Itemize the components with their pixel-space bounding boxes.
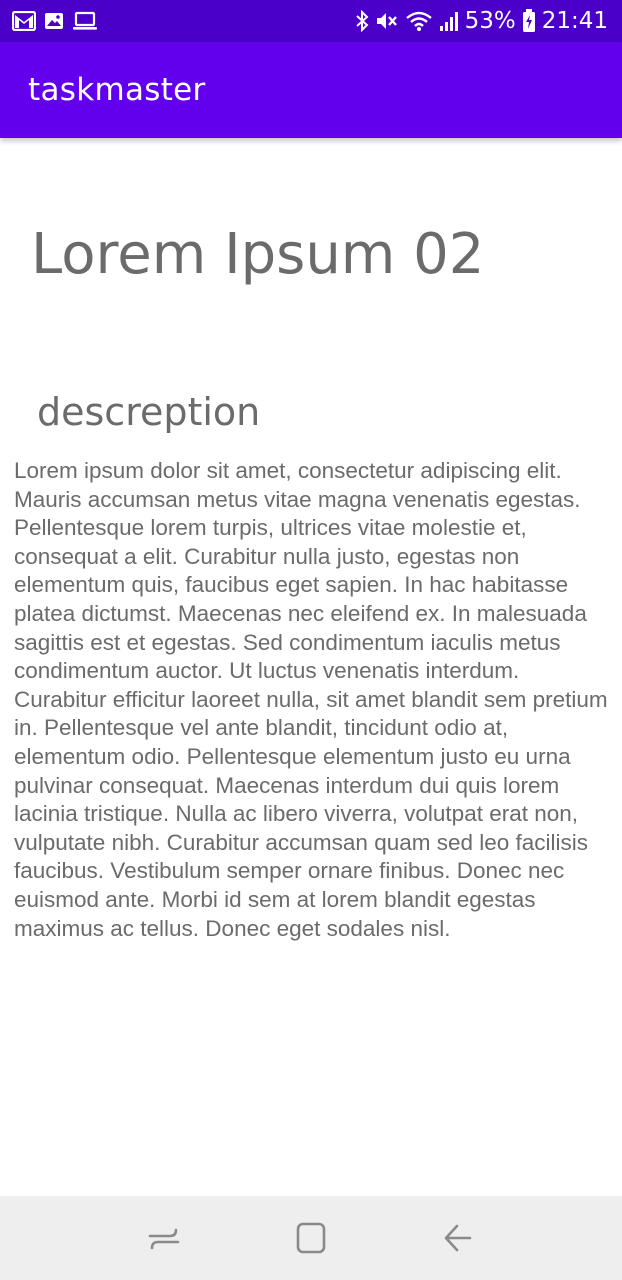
status-bar-left xyxy=(12,11,98,31)
status-bar: 53% 21:41 xyxy=(0,0,622,42)
status-time: 21:41 xyxy=(541,8,608,34)
gallery-icon xyxy=(44,11,64,31)
gmail-icon xyxy=(12,11,36,31)
task-description: Lorem ipsum dolor sit amet, consectetur … xyxy=(14,458,608,941)
description-heading: descreption xyxy=(37,390,261,434)
bluetooth-icon xyxy=(355,10,369,32)
app-bar: taskmaster xyxy=(0,42,622,138)
task-title: Lorem Ipsum 02 xyxy=(31,222,485,287)
recents-button[interactable] xyxy=(134,1208,194,1268)
status-bar-right: 53% 21:41 xyxy=(355,8,608,34)
signal-icon xyxy=(439,10,459,32)
back-icon xyxy=(445,1224,472,1252)
recents-icon xyxy=(148,1228,179,1250)
laptop-icon xyxy=(72,11,98,31)
battery-charging-icon xyxy=(522,9,536,33)
battery-percent: 53% xyxy=(464,8,516,34)
mute-icon xyxy=(375,10,399,32)
back-button[interactable] xyxy=(428,1208,488,1268)
app-title: taskmaster xyxy=(28,72,206,108)
wifi-icon xyxy=(405,10,433,32)
navigation-bar xyxy=(0,1196,622,1280)
home-icon xyxy=(296,1222,326,1254)
home-button[interactable] xyxy=(281,1208,341,1268)
